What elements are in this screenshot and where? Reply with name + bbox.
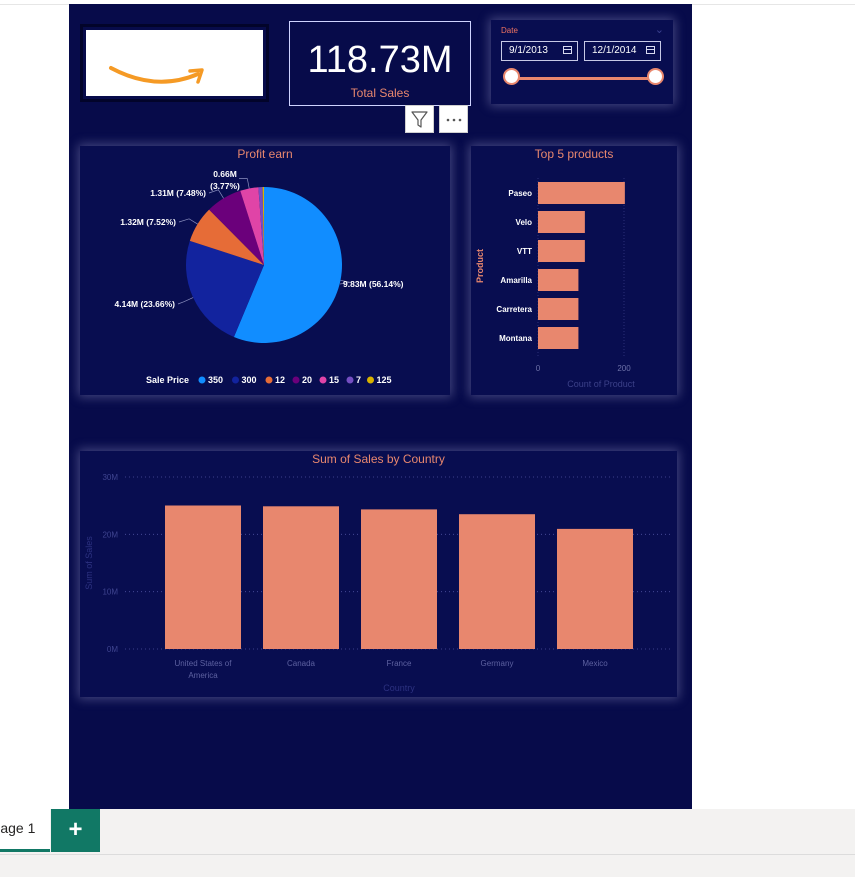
pie-leader-line bbox=[178, 218, 198, 225]
product-bar bbox=[538, 298, 579, 320]
total-sales-card[interactable]: 118.73M Total Sales bbox=[289, 21, 471, 106]
legend-label-15: 15 bbox=[329, 375, 339, 385]
profit-pie-visual[interactable]: Profit earn 9.83M (56.14%) 4.14M (23.66%)… bbox=[80, 146, 450, 395]
y-tick-label: 20M bbox=[102, 530, 118, 539]
pie-data-label: 4.14M (23.66%) bbox=[115, 299, 176, 309]
chevron-down-icon[interactable]: ⌄ bbox=[655, 23, 664, 36]
country-label: United States of bbox=[175, 659, 233, 668]
legend-label-20: 20 bbox=[302, 375, 312, 385]
legend-marker-300 bbox=[232, 376, 239, 384]
calendar-icon[interactable] bbox=[646, 46, 655, 54]
x-tick-label: 0 bbox=[536, 364, 541, 373]
date-from-input[interactable]: 9/1/2013 bbox=[501, 41, 578, 61]
amazon-smile-logo bbox=[109, 66, 204, 84]
product-bar bbox=[538, 269, 579, 291]
country-bar bbox=[557, 528, 633, 649]
logo-tile bbox=[80, 24, 269, 102]
date-range-track[interactable] bbox=[512, 77, 656, 80]
filter-icon bbox=[411, 111, 428, 128]
y-tick-label: 0M bbox=[107, 645, 118, 654]
y-tick-label: 30M bbox=[102, 473, 118, 482]
legend-label-7: 7 bbox=[356, 375, 361, 385]
country-bar bbox=[263, 506, 339, 649]
y-axis-title: Sum of Sales bbox=[84, 536, 94, 590]
product-label: Montana bbox=[499, 334, 532, 343]
country-label: Canada bbox=[287, 659, 316, 668]
legend-label-350: 350 bbox=[208, 375, 223, 385]
date-slicer: Date ⌄ 9/1/2013 12/1/2014 bbox=[491, 20, 673, 104]
product-label: Amarilla bbox=[500, 276, 532, 285]
x-tick-label: 200 bbox=[617, 364, 631, 373]
country-label: Mexico bbox=[582, 659, 608, 668]
sales-by-country-visual[interactable]: Sum of Sales by Country 0M 10M 20M 30M Unite… bbox=[80, 451, 677, 697]
x-axis-title: Count of Product bbox=[567, 379, 635, 389]
product-label: Paseo bbox=[508, 189, 532, 198]
y-axis-title: Product bbox=[475, 249, 485, 283]
product-bar bbox=[538, 182, 625, 204]
pie-data-label: 0.66M bbox=[213, 169, 237, 179]
tab-page-label: Page 1 bbox=[0, 820, 36, 836]
product-bar bbox=[538, 240, 585, 262]
country-bar-chart: 0M 10M 20M 30M United States of America Canada… bbox=[84, 473, 672, 693]
slicer-title: Date bbox=[501, 26, 518, 35]
pie-leader-line bbox=[177, 297, 194, 305]
pie-data-label: 1.32M (7.52%) bbox=[120, 217, 176, 227]
date-to-value: 12/1/2014 bbox=[592, 45, 637, 56]
calendar-icon[interactable] bbox=[563, 46, 572, 54]
product-label: Carretera bbox=[496, 305, 532, 314]
pie-leader-line bbox=[208, 189, 224, 199]
pie-data-label: 1.31M (7.48%) bbox=[150, 188, 206, 198]
legend-label-300: 300 bbox=[242, 375, 257, 385]
legend-marker-7 bbox=[346, 376, 354, 384]
products-bar-chart: 0 200 Paseo Velo VTT Amarilla Carretera Montana… bbox=[475, 178, 635, 389]
legend-marker-350 bbox=[198, 376, 206, 384]
total-sales-label: Total Sales bbox=[350, 86, 410, 100]
legend-marker-20 bbox=[292, 376, 300, 384]
pie-chart: 9.83M (56.14%) 4.14M (23.66%) 1.32M (7.52%… bbox=[115, 169, 404, 385]
legend-marker-125 bbox=[367, 376, 374, 384]
legend-label-12: 12 bbox=[275, 375, 285, 385]
country-label: America bbox=[188, 671, 218, 680]
pie-data-label: (3.77%) bbox=[210, 181, 240, 191]
date-to-input[interactable]: 12/1/2014 bbox=[584, 41, 661, 61]
product-label: Velo bbox=[516, 218, 533, 227]
add-page-button[interactable]: + bbox=[51, 809, 100, 852]
product-bar bbox=[538, 211, 585, 233]
y-tick-label: 10M bbox=[102, 588, 118, 597]
legend-label-125: 125 bbox=[377, 375, 392, 385]
product-label: VTT bbox=[517, 247, 532, 256]
x-axis-title: Country bbox=[383, 683, 415, 693]
total-sales-value: 118.73M bbox=[307, 39, 453, 81]
country-label: Germany bbox=[481, 659, 514, 668]
legend-marker-12 bbox=[265, 376, 273, 384]
logo-card bbox=[86, 30, 263, 96]
country-label: France bbox=[387, 659, 412, 668]
page-tab-bar: Page 1 + bbox=[0, 809, 855, 855]
more-options-icon bbox=[446, 118, 462, 122]
footer-bar bbox=[0, 855, 855, 877]
country-bar bbox=[361, 509, 437, 649]
legend-marker-15 bbox=[319, 376, 327, 384]
product-bar bbox=[538, 327, 579, 349]
range-start-handle[interactable] bbox=[503, 68, 520, 85]
pie-leader-line bbox=[239, 178, 250, 189]
range-end-handle[interactable] bbox=[647, 68, 664, 85]
top-products-visual[interactable]: Top 5 products 0 200 Paseo Velo VTT Amarilla C… bbox=[471, 146, 677, 395]
more-options-button[interactable] bbox=[439, 105, 468, 133]
country-bar bbox=[459, 514, 535, 649]
country-bar bbox=[165, 505, 241, 649]
pie-data-label: 9.83M (56.14%) bbox=[343, 279, 404, 289]
legend-title: Sale Price bbox=[146, 375, 189, 385]
tab-page-1[interactable]: Page 1 bbox=[0, 809, 50, 852]
visual-filter-button[interactable] bbox=[405, 105, 434, 133]
date-from-value: 9/1/2013 bbox=[509, 45, 548, 56]
